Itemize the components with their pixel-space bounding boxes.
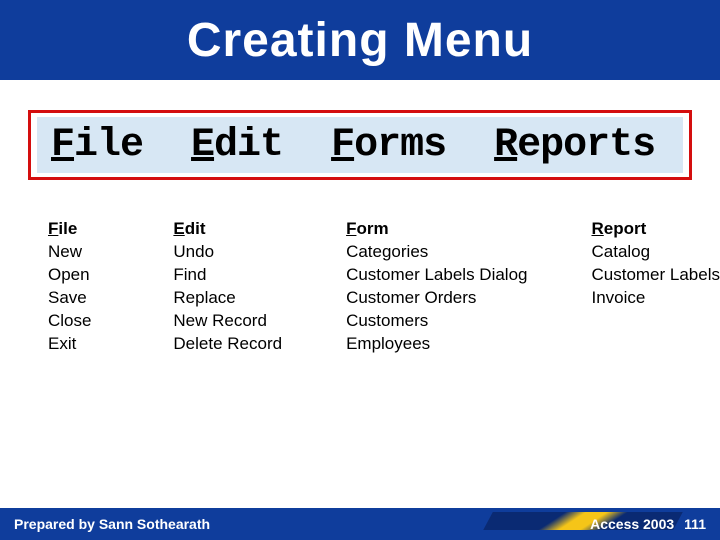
menu-edit-rest: dit xyxy=(214,123,283,168)
list-item: Customer Labels xyxy=(591,264,720,287)
menubar-frame: File Edit Forms Reports xyxy=(28,110,692,180)
list-item: New Record xyxy=(173,310,282,333)
menu-forms-rest: orms xyxy=(354,123,446,168)
menu-reports-mnemonic: R xyxy=(494,123,517,168)
slide: Creating Menu File Edit Forms Reports Fi… xyxy=(0,0,720,540)
file-heading: File xyxy=(48,218,109,241)
list-item: Invoice xyxy=(591,287,720,310)
menu-forms-mnemonic: F xyxy=(331,123,354,168)
footer-prepared: Prepared by Sann Sothearath xyxy=(14,516,210,532)
list-item: Find xyxy=(173,264,282,287)
edit-heading-mnemonic: E xyxy=(173,219,184,238)
menu-reports-rest: eports xyxy=(517,123,655,168)
list-item: Exit xyxy=(48,333,109,356)
list-item: Delete Record xyxy=(173,333,282,356)
footer-product: Access 2003 xyxy=(590,516,674,532)
menu-edit-mnemonic: E xyxy=(191,123,214,168)
file-list: File New Open Save Close Exit xyxy=(48,218,109,356)
report-list: Report Catalog Customer Labels Invoice xyxy=(591,218,720,356)
menu-file[interactable]: File xyxy=(51,123,143,168)
report-heading: Report xyxy=(591,218,720,241)
file-heading-mnemonic: F xyxy=(48,219,58,238)
list-item: Save xyxy=(48,287,109,310)
menu-file-mnemonic: F xyxy=(51,123,74,168)
menu-edit[interactable]: Edit xyxy=(191,123,283,168)
report-heading-mnemonic: R xyxy=(591,219,603,238)
form-list: Form Categories Customer Labels Dialog C… xyxy=(346,218,527,356)
list-item: Close xyxy=(48,310,109,333)
list-item: Customer Labels Dialog xyxy=(346,264,527,287)
slide-title: Creating Menu xyxy=(187,13,533,68)
form-heading: Form xyxy=(346,218,527,241)
list-item: Catalog xyxy=(591,241,720,264)
file-heading-rest: ile xyxy=(58,219,77,238)
list-item: Customer Orders xyxy=(346,287,527,310)
submenu-lists: File New Open Save Close Exit Edit Undo … xyxy=(48,218,720,356)
form-heading-mnemonic: F xyxy=(346,219,356,238)
form-heading-rest: orm xyxy=(356,219,388,238)
edit-heading: Edit xyxy=(173,218,282,241)
menu-reports[interactable]: Reports xyxy=(494,123,655,168)
list-item: Customers xyxy=(346,310,527,333)
menubar: File Edit Forms Reports xyxy=(37,117,683,173)
title-bar: Creating Menu xyxy=(0,0,720,80)
edit-list: Edit Undo Find Replace New Record Delete… xyxy=(173,218,282,356)
list-item: New xyxy=(48,241,109,264)
footer-page-number: 111 xyxy=(684,516,706,532)
report-heading-rest: eport xyxy=(604,219,647,238)
list-item: Categories xyxy=(346,241,527,264)
menu-forms[interactable]: Forms xyxy=(331,123,446,168)
edit-heading-rest: dit xyxy=(185,219,206,238)
list-item: Open xyxy=(48,264,109,287)
list-item: Employees xyxy=(346,333,527,356)
list-item: Undo xyxy=(173,241,282,264)
list-item: Replace xyxy=(173,287,282,310)
menu-file-rest: ile xyxy=(74,123,143,168)
